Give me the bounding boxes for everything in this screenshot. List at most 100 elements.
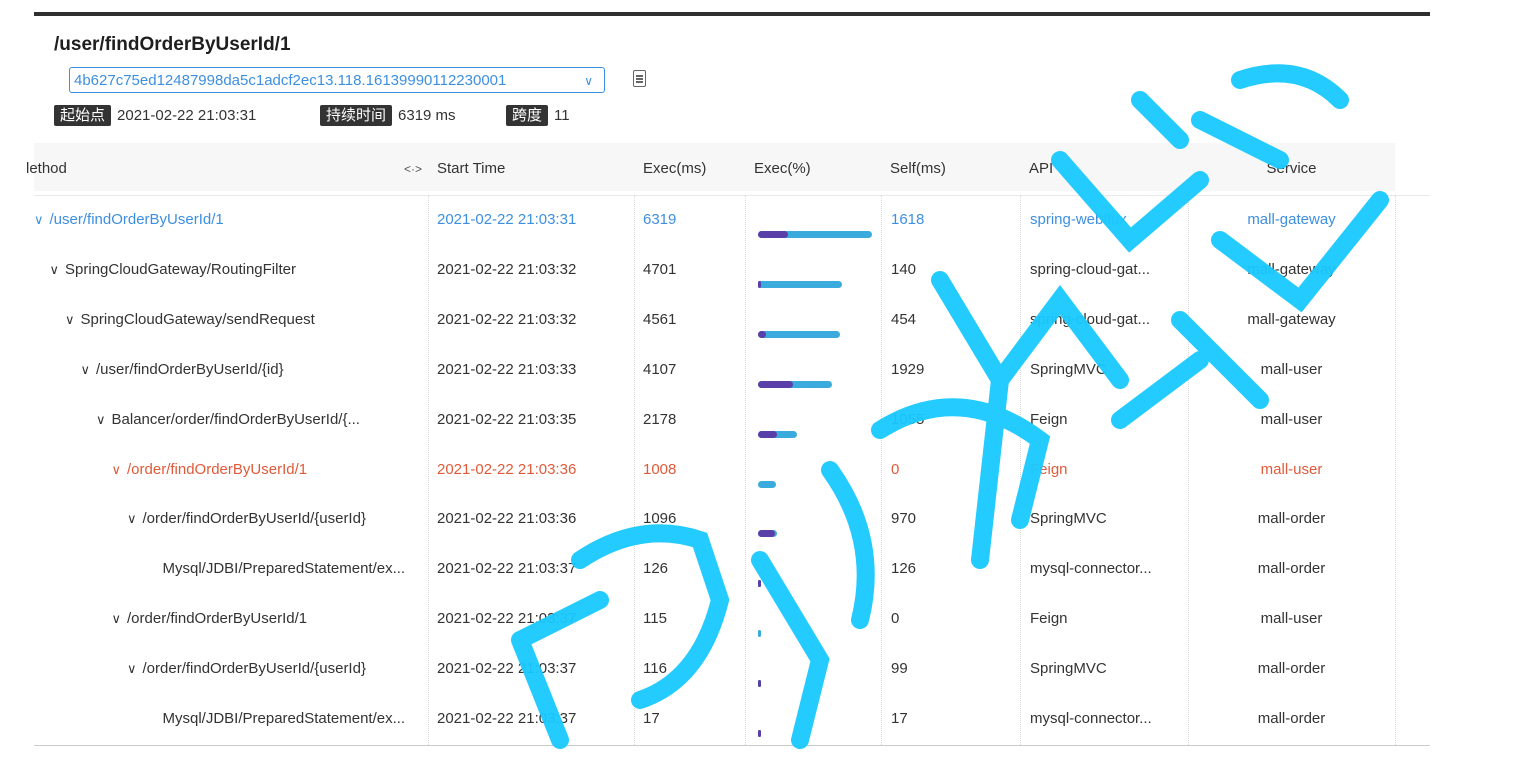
duration-tag: 持续时间 (320, 104, 393, 126)
chevron-down-icon[interactable]: ∨ (112, 445, 122, 495)
method-cell: ∨ /order/findOrderByUserId/{userId} (127, 644, 422, 694)
start-time-cell: 2021-02-22 21:03:33 (437, 360, 577, 378)
service-cell: mall-gateway (1247, 310, 1336, 328)
service-cell: mall-order (1257, 510, 1326, 528)
start-time-cell: 2021-02-22 21:03:37 (437, 610, 577, 628)
self-ms-cell: 140 (891, 260, 917, 278)
exec-percent-bar (758, 380, 872, 388)
col-method[interactable]: lethod <·> (26, 143, 428, 191)
exec-bar-fill (758, 330, 841, 338)
api-cell: spring-cloud-gat... (1030, 260, 1151, 278)
method-label: Mysql/JDBI/PreparedStatement/ex... (162, 560, 406, 578)
method-label: Balancer/order/findOrderByUserId/{... (111, 410, 360, 428)
self-ms-cell: 0 (891, 610, 900, 628)
exec-ms-cell: 126 (643, 560, 669, 578)
table-row[interactable]: ∨ /user/findOrderByUserId/{id} 2021-02-22 … (0, 345, 1430, 395)
api-cell: Feign (1030, 410, 1068, 428)
chevron-down-icon[interactable]: ∨ (81, 345, 91, 395)
trace-id-value: 4b627c75ed12487998da5c1adcf2ec13.118.161… (74, 72, 507, 89)
exec-ms-cell: 4561 (643, 310, 677, 328)
api-cell: mysql-connector... (1030, 560, 1152, 578)
chevron-down-icon[interactable]: ∨ (50, 245, 60, 295)
api-cell: mysql-connector... (1030, 710, 1152, 727)
chevron-down-icon[interactable]: ∨ (96, 395, 106, 445)
self-ms-cell: 1929 (891, 360, 925, 378)
self-bar-fill (758, 530, 776, 538)
api-cell: Feign (1030, 460, 1068, 478)
self-bar-fill (758, 380, 794, 388)
span-value: 11 (554, 106, 570, 124)
exec-ms-cell: 4107 (643, 360, 677, 378)
method-label: /user/findOrderByUserId/{id} (96, 360, 284, 378)
table-row[interactable]: ∨ SpringCloudGateway/sendRequest 2021-02-2… (0, 295, 1430, 345)
chevron-down-icon[interactable]: ∨ (112, 594, 122, 644)
start-time-cell: 2021-02-22 21:03:36 (437, 460, 577, 478)
method-label: /order/findOrderByUserId/{userId} (142, 660, 366, 678)
exec-bar-fill (758, 630, 761, 638)
start-time-cell: 2021-02-22 21:03:37 (437, 710, 577, 727)
column-divider (1020, 195, 1021, 745)
service-cell: mall-user (1260, 410, 1323, 428)
chevron-down-icon[interactable]: ∨ (127, 494, 137, 544)
self-bar-fill (758, 680, 761, 688)
table-row[interactable]: ∨ /order/findOrderByUserId/{userId} 2021-0… (0, 644, 1430, 694)
copy-icon[interactable] (633, 70, 646, 87)
column-divider (1395, 195, 1396, 745)
chevron-down-icon[interactable]: ∨ (34, 195, 44, 245)
col-exec-pct[interactable]: Exec(%) (745, 143, 881, 191)
table-row[interactable]: ∨ SpringCloudGateway/RoutingFilter 2021-02… (0, 245, 1430, 295)
self-bar-fill (758, 280, 761, 288)
api-cell: spring-webflux (1030, 211, 1127, 228)
table-row[interactable]: ∨ /order/findOrderByUserId/{userId} 2021-0… (0, 494, 1430, 544)
method-label: /order/findOrderByUserId/1 (127, 610, 308, 628)
col-start-time[interactable]: Start Time (428, 143, 634, 191)
table-row[interactable]: ∨ /user/findOrderByUserId/1 2021-02-22 21:… (0, 195, 1430, 245)
resize-handle-icon[interactable]: <·> (404, 143, 422, 195)
table-row[interactable]: ∨ Balancer/order/findOrderByUserId/{... 20… (0, 395, 1430, 445)
col-method-label: lethod (26, 160, 67, 177)
table-bottom-border (34, 745, 1430, 746)
self-bar-fill (758, 330, 766, 338)
self-ms-cell: 970 (891, 510, 917, 528)
table-row[interactable]: Mysql/JDBI/PreparedStatement/ex... 2021-0… (0, 694, 1430, 744)
exec-ms-cell: 1008 (643, 460, 677, 478)
meta-start: 起始点 2021-02-22 21:03:31 (54, 104, 256, 126)
self-ms-cell: 1618 (891, 211, 925, 228)
col-api[interactable]: API (1020, 143, 1188, 191)
method-cell: ∨ SpringCloudGateway/RoutingFilter (50, 245, 423, 295)
method-cell: ∨ /order/findOrderByUserId/1 (112, 445, 423, 495)
api-cell: SpringMVC (1030, 660, 1107, 678)
col-exec-ms[interactable]: Exec(ms) (634, 143, 745, 191)
chevron-down-icon[interactable]: ∨ (65, 295, 75, 345)
page-title: /user/findOrderByUserId/1 (54, 34, 291, 55)
exec-ms-cell: 1096 (643, 510, 677, 528)
column-divider (745, 195, 746, 745)
service-cell: mall-order (1257, 660, 1326, 678)
table-row[interactable]: ∨ /order/findOrderByUserId/1 2021-02-22 21… (0, 445, 1430, 495)
method-cell: ∨ /user/findOrderByUserId/{id} (81, 345, 423, 395)
column-divider (428, 195, 429, 745)
self-bar-fill (758, 730, 761, 737)
exec-percent-bar (758, 530, 872, 538)
method-cell: Mysql/JDBI/PreparedStatement/ex... (163, 544, 423, 594)
column-divider (634, 195, 635, 745)
exec-percent-bar (758, 430, 872, 438)
exec-ms-cell: 6319 (643, 211, 677, 228)
start-value: 2021-02-22 21:03:31 (117, 106, 257, 124)
col-self-ms[interactable]: Self(ms) (881, 143, 1020, 191)
exec-ms-cell: 2178 (643, 410, 677, 428)
chevron-down-icon[interactable]: ∨ (127, 644, 137, 694)
trace-id-select[interactable]: 4b627c75ed12487998da5c1adcf2ec13.118.161… (69, 67, 605, 93)
start-time-cell: 2021-02-22 21:03:32 (437, 260, 577, 278)
table-row[interactable]: Mysql/JDBI/PreparedStatement/ex... 2021-0… (0, 544, 1430, 594)
service-cell: mall-order (1257, 710, 1326, 727)
self-bar-fill (758, 430, 778, 438)
start-time-cell: 2021-02-22 21:03:35 (437, 410, 577, 428)
exec-ms-cell: 115 (643, 610, 667, 628)
col-service[interactable]: Service (1188, 143, 1395, 191)
self-ms-cell: 0 (891, 460, 900, 478)
table-row[interactable]: ∨ /order/findOrderByUserId/1 2021-02-22 21… (0, 594, 1430, 644)
service-cell: mall-user (1260, 360, 1323, 378)
service-cell: mall-user (1260, 610, 1323, 628)
service-cell: mall-gateway (1247, 260, 1336, 278)
